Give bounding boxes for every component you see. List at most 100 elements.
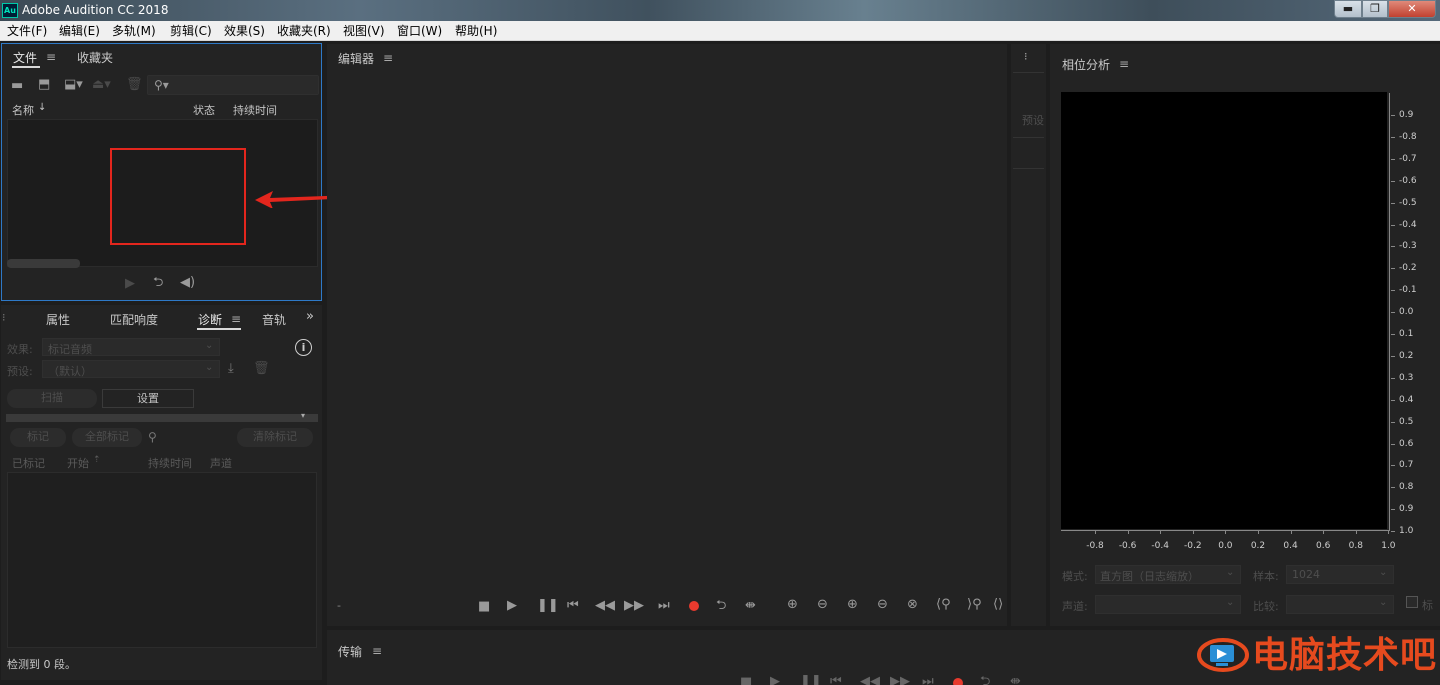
sample-select[interactable]: 1024 ⌄ xyxy=(1286,565,1394,584)
zoom-out-full-icon[interactable]: ⊗ xyxy=(907,598,918,612)
tab-match-loudness[interactable]: 匹配响度 xyxy=(110,311,158,328)
presets-label[interactable]: 预设 xyxy=(1022,112,1044,128)
transport-play-icon[interactable]: ▶ xyxy=(770,675,780,685)
loop-playback-icon[interactable]: ⮌ xyxy=(716,599,726,613)
channel-select[interactable]: ⌄ xyxy=(1095,595,1241,614)
chevron-down-icon: ⌄ xyxy=(205,362,214,373)
checkbox-label: 标 xyxy=(1422,599,1433,612)
play-preview-icon[interactable]: ▶ xyxy=(125,277,135,291)
delete-preset-icon[interactable]: 🗑 xyxy=(253,362,270,376)
info-icon[interactable]: i xyxy=(295,339,312,356)
y-axis-label: -0.8 xyxy=(1399,131,1417,142)
menu-file[interactable]: 文件(F) xyxy=(7,23,47,39)
import-file-icon[interactable]: ⬒ xyxy=(38,78,50,92)
menu-help[interactable]: 帮助(H) xyxy=(455,23,497,39)
pause-icon[interactable]: ❚❚ xyxy=(537,599,559,613)
zoom-in-amplitude-icon[interactable]: ⊕ xyxy=(787,598,798,612)
scan-button[interactable]: 扫描 xyxy=(7,389,97,408)
compare-select[interactable]: ⌄ xyxy=(1286,595,1394,614)
new-file-icon[interactable]: ⬓▾ xyxy=(64,78,83,92)
tab-tracks[interactable]: 音轨 xyxy=(262,311,286,328)
tab-files[interactable]: 文件 xyxy=(13,49,37,66)
transport-skip-icon[interactable]: ⇼ xyxy=(1010,675,1021,685)
open-file-icon[interactable]: ▬ xyxy=(11,79,23,93)
column-name[interactable]: 名称 xyxy=(12,102,34,118)
effect-select[interactable]: 标记音频 ⌄ xyxy=(42,338,220,356)
loop-preview-icon[interactable]: ⮌ xyxy=(153,276,163,290)
zoom-in-left-icon[interactable]: ⟨⚲ xyxy=(936,598,951,612)
audition-logo-icon: Au xyxy=(2,3,18,18)
rewind-icon[interactable]: ◀◀ xyxy=(595,599,615,613)
mark-all-button[interactable]: 全部标记 xyxy=(72,428,142,447)
zoom-selection-icon[interactable]: ⟨⟩ xyxy=(993,598,1003,612)
menu-view[interactable]: 视图(V) xyxy=(343,23,385,39)
maximize-button[interactable]: ❐ xyxy=(1362,0,1388,18)
transport-record-icon[interactable] xyxy=(953,678,963,685)
y-axis-label: 0.8 xyxy=(1399,482,1414,493)
presets-strip: ⁝ 预设 xyxy=(1011,44,1046,626)
y-axis-tick xyxy=(1391,443,1395,445)
diagnostics-results-list[interactable] xyxy=(7,472,317,648)
record-icon[interactable] xyxy=(689,601,699,611)
clear-marks-button[interactable]: 清除标记 xyxy=(237,428,313,447)
tab-favorites[interactable]: 收藏夹 xyxy=(77,49,113,66)
y-axis-tick xyxy=(1391,355,1395,357)
menu-effects[interactable]: 效果(S) xyxy=(224,23,265,39)
menu-window[interactable]: 窗口(W) xyxy=(397,23,442,39)
close-button[interactable]: ✕ xyxy=(1388,0,1436,18)
settings-button[interactable]: 设置 xyxy=(102,389,194,408)
column-duration[interactable]: 持续时间 xyxy=(148,455,192,471)
collapse-arrow-icon[interactable]: ▾ xyxy=(301,411,305,420)
files-panel-menu-icon[interactable]: ≡ xyxy=(46,50,56,64)
title-bar[interactable] xyxy=(0,0,1440,21)
auto-play-icon[interactable]: ◀) xyxy=(180,276,195,290)
zoom-in-time-icon[interactable]: ⊕ xyxy=(847,598,858,612)
mark-button[interactable]: 标记 xyxy=(10,428,66,447)
menu-favorites[interactable]: 收藏夹(R) xyxy=(277,23,331,39)
phase-analysis-menu-icon[interactable]: ≡ xyxy=(1119,57,1129,71)
column-duration[interactable]: 持续时间 xyxy=(233,102,277,118)
column-marked[interactable]: 已标记 xyxy=(12,455,45,471)
menu-clip[interactable]: 剪辑(C) xyxy=(170,23,212,39)
transport-stop-icon[interactable]: ■ xyxy=(740,676,752,685)
tab-overflow-left[interactable]: ⁝ xyxy=(2,311,6,324)
transport-rewind-icon[interactable]: ◀◀ xyxy=(860,675,880,685)
strip-divider xyxy=(1013,137,1044,138)
mark-checkbox[interactable] xyxy=(1406,596,1418,608)
stop-icon[interactable]: ■ xyxy=(478,600,490,614)
transport-menu-icon[interactable]: ≡ xyxy=(372,644,382,658)
transport-next-icon[interactable]: ⏭ xyxy=(922,675,934,685)
tab-properties[interactable]: 属性 xyxy=(46,311,70,328)
editor-menu-icon[interactable]: ≡ xyxy=(383,51,393,65)
panel-divider-handle[interactable]: ▾ xyxy=(6,411,318,422)
column-channel[interactable]: 声道 xyxy=(210,455,232,471)
zoom-out-time-icon[interactable]: ⊖ xyxy=(877,598,888,612)
horizontal-scrollbar[interactable] xyxy=(7,259,80,268)
fast-forward-icon[interactable]: ▶▶ xyxy=(624,599,644,613)
minimize-button[interactable]: ▬ xyxy=(1334,0,1362,18)
transport-pause-icon[interactable]: ❚❚ xyxy=(800,675,822,685)
zoom-out-amplitude-icon[interactable]: ⊖ xyxy=(817,598,828,612)
diagnostics-menu-icon[interactable]: ≡ xyxy=(231,312,241,326)
transport-loop-icon[interactable]: ⮌ xyxy=(980,675,990,685)
files-search-input[interactable]: ⚲▾ xyxy=(147,75,319,95)
mode-select[interactable]: 直方图（日志缩放） ⌄ xyxy=(1095,565,1241,584)
column-start[interactable]: 开始 xyxy=(67,455,89,471)
tab-diagnostics[interactable]: 诊断 xyxy=(198,311,222,328)
zoom-search-icon[interactable]: ⚲ xyxy=(148,430,157,444)
x-axis-label: 1.0 xyxy=(1381,541,1396,551)
column-status[interactable]: 状态 xyxy=(193,102,215,118)
save-preset-icon[interactable]: ⤓ xyxy=(228,362,234,376)
play-icon[interactable]: ▶ xyxy=(507,599,517,613)
strip-menu-icon[interactable]: ⁝ xyxy=(1024,50,1028,63)
transport-forward-icon[interactable]: ▶▶ xyxy=(890,675,910,685)
tab-overflow-icon[interactable]: » xyxy=(306,309,314,324)
menu-multitrack[interactable]: 多轨(M) xyxy=(112,23,156,39)
preset-select[interactable]: （默认） ⌄ xyxy=(42,360,220,378)
move-to-previous-icon[interactable]: ⏮ xyxy=(567,599,579,613)
move-to-next-icon[interactable]: ⏭ xyxy=(658,599,670,613)
zoom-in-right-icon[interactable]: ⟩⚲ xyxy=(967,598,982,612)
skip-selection-icon[interactable]: ⇼ xyxy=(745,599,756,613)
menu-edit[interactable]: 编辑(E) xyxy=(59,23,100,39)
transport-previous-icon[interactable]: ⏮ xyxy=(830,675,842,685)
